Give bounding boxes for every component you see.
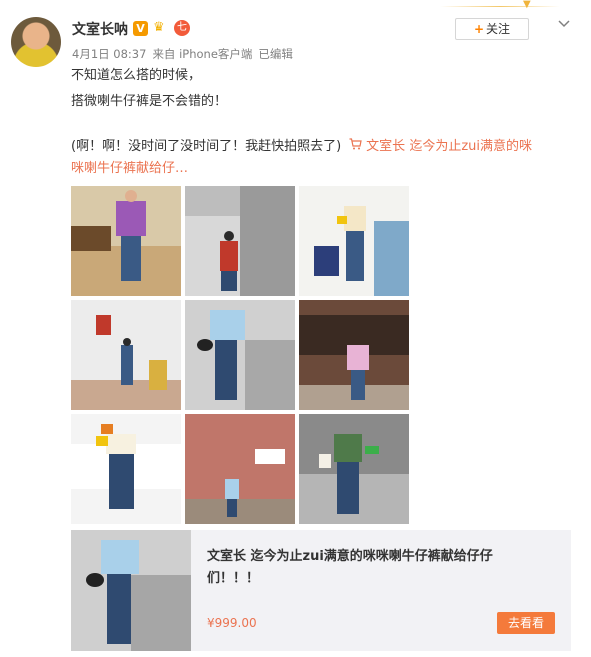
plus-icon: + [473,22,485,36]
view-product-button[interactable]: 去看看 [497,612,555,634]
top-decoration: ▼ [440,0,560,10]
photo-4[interactable] [71,300,181,410]
photo-8[interactable] [185,414,295,524]
post-edited: 已编辑 [258,47,293,61]
product-link[interactable]: 迄今为止zui满意的咪 [409,139,532,154]
photo-grid [71,186,409,524]
photo-9[interactable] [299,414,409,524]
avatar[interactable] [11,17,61,67]
verified-icon: V [133,21,148,36]
photo-5[interactable] [185,300,295,410]
follow-button[interactable]: + 关注 [455,18,529,40]
product-link-prefix[interactable]: 文室长 [366,139,405,154]
post-source: 来自 iPhone客户端 [152,47,253,61]
product-card[interactable]: 文室长 迄今为止zui满意的咪咪喇牛仔裤献给仔仔们！！！ ¥999.00 去看看 [71,530,571,651]
post-text-line-3-body: (啊！啊！没时间了没时间了！我赶快拍照去了) [71,139,342,154]
crown-icon: ♛ [153,20,165,35]
post-meta: 4月1日 08:37 来自 iPhone客户端 已编辑 [72,46,299,62]
photo-2[interactable] [185,186,295,296]
photo-6[interactable] [299,300,409,410]
product-link-continued[interactable]: 咪喇牛仔裤献给仔… [71,159,576,179]
product-price: ¥999.00 [207,616,257,630]
post-text-line-1: 不知道怎么搭的时候， [71,68,202,83]
cart-icon[interactable] [349,137,362,157]
post-text-line-2: 搭微喇牛仔裤是不会错的！ [71,94,228,109]
photo-3[interactable] [299,186,409,296]
post-date[interactable]: 4月1日 08:37 [72,47,146,61]
chevron-down-icon[interactable] [556,16,572,32]
post-text-line-3: (啊！啊！没时间了没时间了！我赶快拍照去了) 文室长 迄今为止zui满意的咪 [71,137,576,157]
photo-1[interactable] [71,186,181,296]
author-name[interactable]: 文室长呐 [72,19,128,39]
photo-7[interactable] [71,414,181,524]
crown-drop-icon: ▼ [523,0,531,10]
follow-label: 关注 [486,22,511,36]
level-badge-icon: 七 [174,20,190,36]
decoration-line [440,6,560,7]
product-title[interactable]: 文室长 迄今为止zui满意的咪咪喇牛仔裤献给仔仔们！！！ [207,546,537,590]
product-image[interactable] [71,530,191,651]
